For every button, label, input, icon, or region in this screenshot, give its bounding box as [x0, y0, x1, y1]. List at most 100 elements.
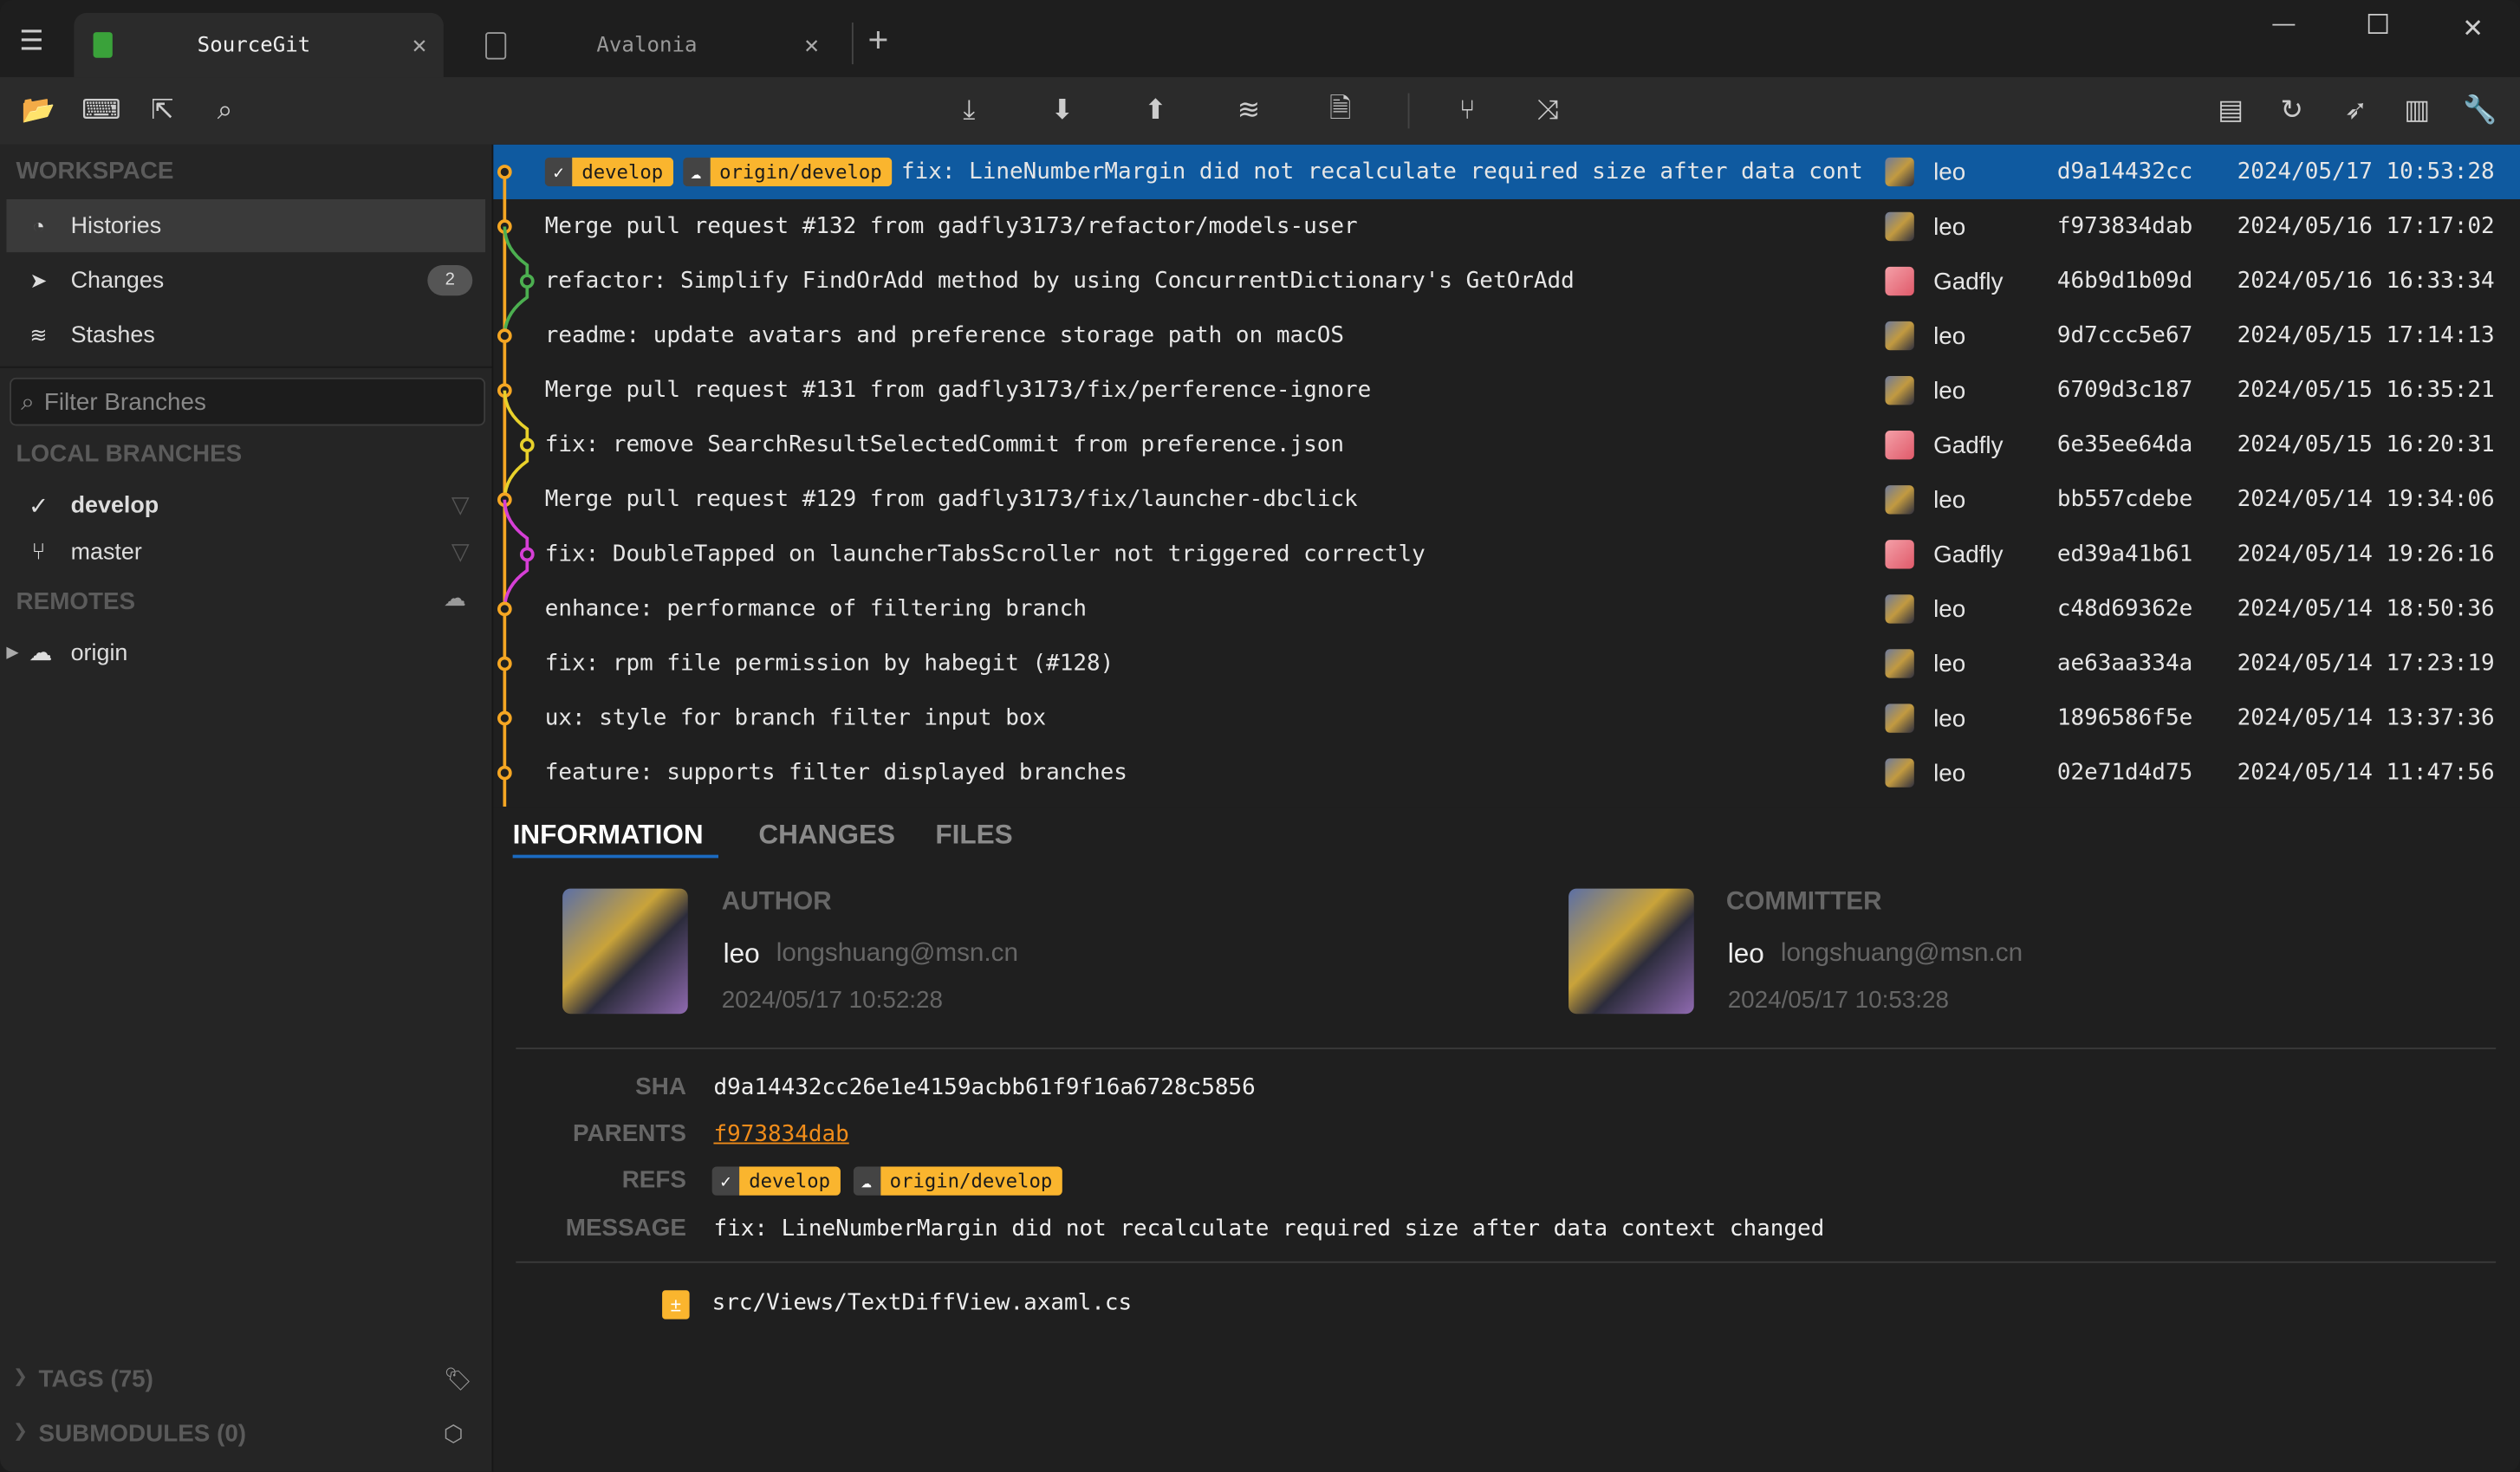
- tab-label: Avalonia: [596, 33, 698, 57]
- stash-icon[interactable]: ≋: [1228, 90, 1270, 132]
- commit-row[interactable]: ✓ develop ☁ origin/develop fix: LineNumberMa…: [493, 144, 2520, 199]
- open-folder-icon[interactable]: 📂: [17, 90, 59, 132]
- layout-icon[interactable]: ▤: [2210, 90, 2251, 132]
- search-icon[interactable]: ⌕: [205, 90, 246, 132]
- pull-icon[interactable]: ⬇: [1042, 90, 1083, 132]
- workspace-header: WORKSPACE: [16, 157, 174, 185]
- statistics-icon[interactable]: ▥: [2396, 90, 2438, 132]
- tab-close-button[interactable]: ✕: [788, 30, 836, 59]
- commit-message: refactor: Simplify FindOrAdd method by u…: [544, 268, 1575, 295]
- close-window-button[interactable]: ✕: [2462, 13, 2484, 45]
- chevron-right-icon[interactable]: ▶: [6, 645, 29, 662]
- add-tag-icon[interactable]: 🏷: [444, 1365, 472, 1393]
- new-tab-button[interactable]: +: [867, 19, 888, 61]
- branch-master[interactable]: ⑂ master ▽: [6, 525, 485, 578]
- patch-icon[interactable]: 🗎: [1320, 90, 1361, 132]
- commit-sha: 02e71d4d75: [2056, 760, 2193, 786]
- open-external-icon[interactable]: ⇱: [141, 90, 183, 132]
- filter-icon[interactable]: ▽: [451, 492, 470, 518]
- maximize-button[interactable]: ☐: [2366, 10, 2390, 42]
- commit-message: fix: rpm file permission by habegit (#12…: [544, 651, 1114, 677]
- commit-message: feature: supports filter displayed branc…: [544, 760, 1127, 786]
- sidebar-item-label: Histories: [70, 212, 162, 239]
- author-avatar: [1885, 211, 1914, 242]
- sidebar-item-stashes[interactable]: ≋ Stashes: [6, 308, 485, 361]
- tab-information[interactable]: INFORMATION: [513, 820, 704, 852]
- add-remote-icon[interactable]: ☁: [444, 585, 466, 613]
- filter-branches-input[interactable]: ⌕ Filter Branches: [10, 377, 486, 426]
- commit-message[interactable]: fix: LineNumberMargin did not recalculat…: [713, 1216, 1824, 1242]
- author-avatar: [1885, 704, 1914, 733]
- commit-author: leo: [1933, 650, 1966, 678]
- git-flow-icon[interactable]: ➶: [2335, 90, 2377, 132]
- commit-sha: c48d69362e: [2056, 596, 2193, 622]
- add-submodule-icon[interactable]: ⬡: [444, 1420, 464, 1448]
- remote-origin[interactable]: ▶ ☁ origin: [6, 626, 485, 679]
- tab-divider: [851, 22, 854, 65]
- commit-row[interactable]: Merge pull request #132 from gadfly3173/…: [493, 199, 2520, 254]
- commit-row[interactable]: Merge pull request #131 from gadfly3173/…: [493, 363, 2520, 418]
- menu-icon[interactable]: ☰: [19, 26, 43, 58]
- minimize-button[interactable]: —: [2272, 10, 2295, 36]
- commit-message: enhance: performance of filtering branch: [544, 596, 1087, 622]
- commit-author: leo: [1933, 212, 1966, 241]
- refresh-icon[interactable]: ↻: [2271, 90, 2313, 132]
- commit-author: Gadfly: [1933, 431, 2004, 459]
- author-avatar: [1885, 485, 1914, 515]
- terminal-icon[interactable]: ⌨: [81, 90, 122, 132]
- branch-develop[interactable]: ✓ develop ▽: [6, 479, 485, 532]
- commit-row[interactable]: fix: rpm file permission by habegit (#12…: [493, 636, 2520, 691]
- commit-message: Merge pull request #129 from gadfly3173/…: [544, 486, 1358, 513]
- author-avatar: [1885, 431, 1914, 460]
- remote-name: origin: [70, 640, 128, 666]
- commit-date: 2024/05/14 11:47:56: [2237, 760, 2495, 786]
- commit-message: Merge pull request #131 from gadfly3173/…: [544, 377, 1372, 404]
- sidebar-item-changes[interactable]: ➤ Changes 2: [6, 254, 485, 307]
- commit-author: Gadfly: [1933, 541, 2004, 568]
- tab-changes[interactable]: CHANGES: [758, 820, 895, 852]
- app-window: ☰ SourceGit ✕ Avalonia ✕ + — ☐ ✕ 📂 ⌨ ⇱ ⌕…: [0, 0, 2520, 1472]
- fetch-icon[interactable]: ⤓: [948, 90, 990, 132]
- tags-header[interactable]: TAGS (75): [39, 1365, 153, 1393]
- commit-row[interactable]: feature: supports filter displayed branc…: [493, 746, 2520, 801]
- push-icon[interactable]: ⬆: [1134, 90, 1176, 132]
- tab-close-button[interactable]: ✕: [395, 30, 444, 59]
- refs-badges: ✓ develop ☁ origin/develop: [711, 1166, 1062, 1196]
- commit-date: 2024/05/15 17:14:13: [2237, 322, 2495, 349]
- chevron-right-icon[interactable]: ❯: [13, 1365, 28, 1386]
- remotes-header[interactable]: REMOTES: [16, 588, 136, 616]
- submodules-header[interactable]: SUBMODULES (0): [39, 1420, 247, 1448]
- author-avatar: [1885, 266, 1914, 296]
- settings-wrench-icon[interactable]: 🔧: [2459, 90, 2501, 132]
- commit-message: readme: update avatars and preference st…: [544, 322, 1344, 349]
- author-avatar: [1885, 649, 1914, 678]
- commit-message-cell: fix: DoubleTapped on launcherTabsScrolle…: [545, 541, 1887, 567]
- sha-value[interactable]: d9a14432cc26e1e4159acbb61f9f16a6728c5856: [713, 1075, 1255, 1101]
- merge-icon[interactable]: ⤨: [1527, 90, 1569, 132]
- commit-row[interactable]: ux: style for branch filter input box le…: [493, 691, 2520, 745]
- filter-icon[interactable]: ▽: [451, 539, 470, 565]
- commit-row[interactable]: fix: remove SearchResultSelectedCommit f…: [493, 418, 2520, 472]
- commit-message-cell: Merge pull request #129 from gadfly3173/…: [545, 487, 1887, 513]
- tab-files[interactable]: FILES: [935, 820, 1012, 852]
- commit-message-cell: feature: supports filter displayed branc…: [545, 760, 1887, 786]
- parent-link[interactable]: f973834dab: [713, 1122, 848, 1148]
- commit-dot: [497, 601, 512, 617]
- commit-row[interactable]: enhance: performance of filtering branch…: [493, 581, 2520, 636]
- tab-avalonia[interactable]: Avalonia ✕: [466, 13, 836, 77]
- tab-sourcegit[interactable]: SourceGit ✕: [74, 12, 444, 78]
- changed-file[interactable]: src/Views/TextDiffView.axaml.cs: [712, 1290, 1133, 1316]
- commit-row[interactable]: readme: update avatars and preference st…: [493, 308, 2520, 363]
- author-avatar: [1885, 375, 1914, 405]
- ref-badge: ☁ origin/develop: [682, 157, 892, 187]
- sidebar-item-histories[interactable]: ◔ Histories: [6, 198, 486, 253]
- sidebar: WORKSPACE ◔ Histories ➤ Changes 2 ≋ Stashes…: [0, 144, 494, 1472]
- author-date: 2024/05/17 10:52:28: [721, 986, 943, 1015]
- commit-row[interactable]: fix: DoubleTapped on launcherTabsScrolle…: [493, 527, 2520, 581]
- committer-date: 2024/05/17 10:53:28: [1727, 986, 1949, 1015]
- commit-row[interactable]: Merge pull request #129 from gadfly3173/…: [493, 472, 2520, 527]
- local-branches-header[interactable]: LOCAL BRANCHES: [16, 440, 243, 468]
- chevron-right-icon[interactable]: ❯: [13, 1420, 28, 1441]
- commit-row[interactable]: refactor: Simplify FindOrAdd method by u…: [493, 254, 2520, 308]
- branch-icon[interactable]: ⑂: [1446, 90, 1488, 132]
